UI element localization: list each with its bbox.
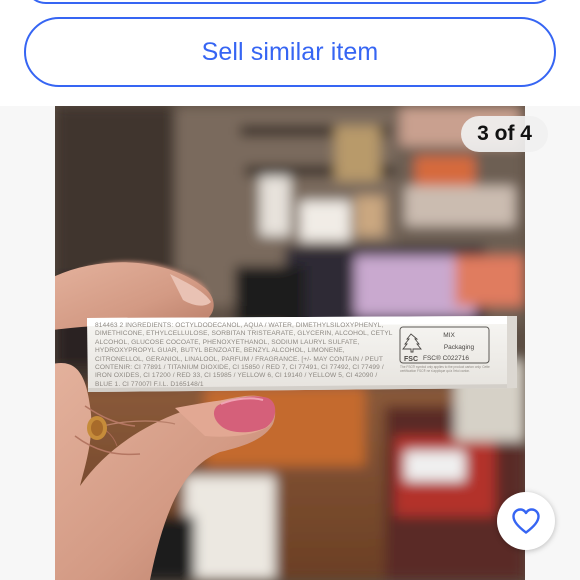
buy-button-partial[interactable] bbox=[24, 0, 556, 4]
product-photo[interactable]: 814463 2 INGREDIENTS: OCTYLDODECANOL, AQ… bbox=[55, 106, 525, 580]
fsc-mix-text: MIX bbox=[443, 332, 455, 339]
fsc-brand-text: FSC bbox=[404, 356, 418, 363]
fsc-packaging-text: Packaging bbox=[444, 344, 475, 351]
fsc-code-text: FSC® C022716 bbox=[423, 354, 469, 362]
image-gallery[interactable]: 814463 2 INGREDIENTS: OCTYLDODECANOL, AQ… bbox=[0, 106, 580, 580]
ingredients-text: 814463 2 INGREDIENTS: OCTYLDODECANOL, AQ… bbox=[95, 322, 393, 386]
heart-icon bbox=[512, 508, 540, 534]
product-box: 814463 2 INGREDIENTS: OCTYLDODECANOL, AQ… bbox=[87, 316, 517, 392]
listing-page: Sell similar item 814463 2 INGREDIENTS: … bbox=[0, 0, 580, 580]
sell-similar-item-button[interactable]: Sell similar item bbox=[24, 17, 556, 87]
watch-button[interactable] bbox=[497, 492, 555, 550]
sell-similar-item-label: Sell similar item bbox=[201, 37, 379, 66]
image-counter: 3 of 4 bbox=[461, 116, 548, 152]
image-counter-text: 3 of 4 bbox=[477, 122, 532, 145]
fsc-footnote-text: The FSC® symbol only applies to the prod… bbox=[400, 365, 490, 373]
